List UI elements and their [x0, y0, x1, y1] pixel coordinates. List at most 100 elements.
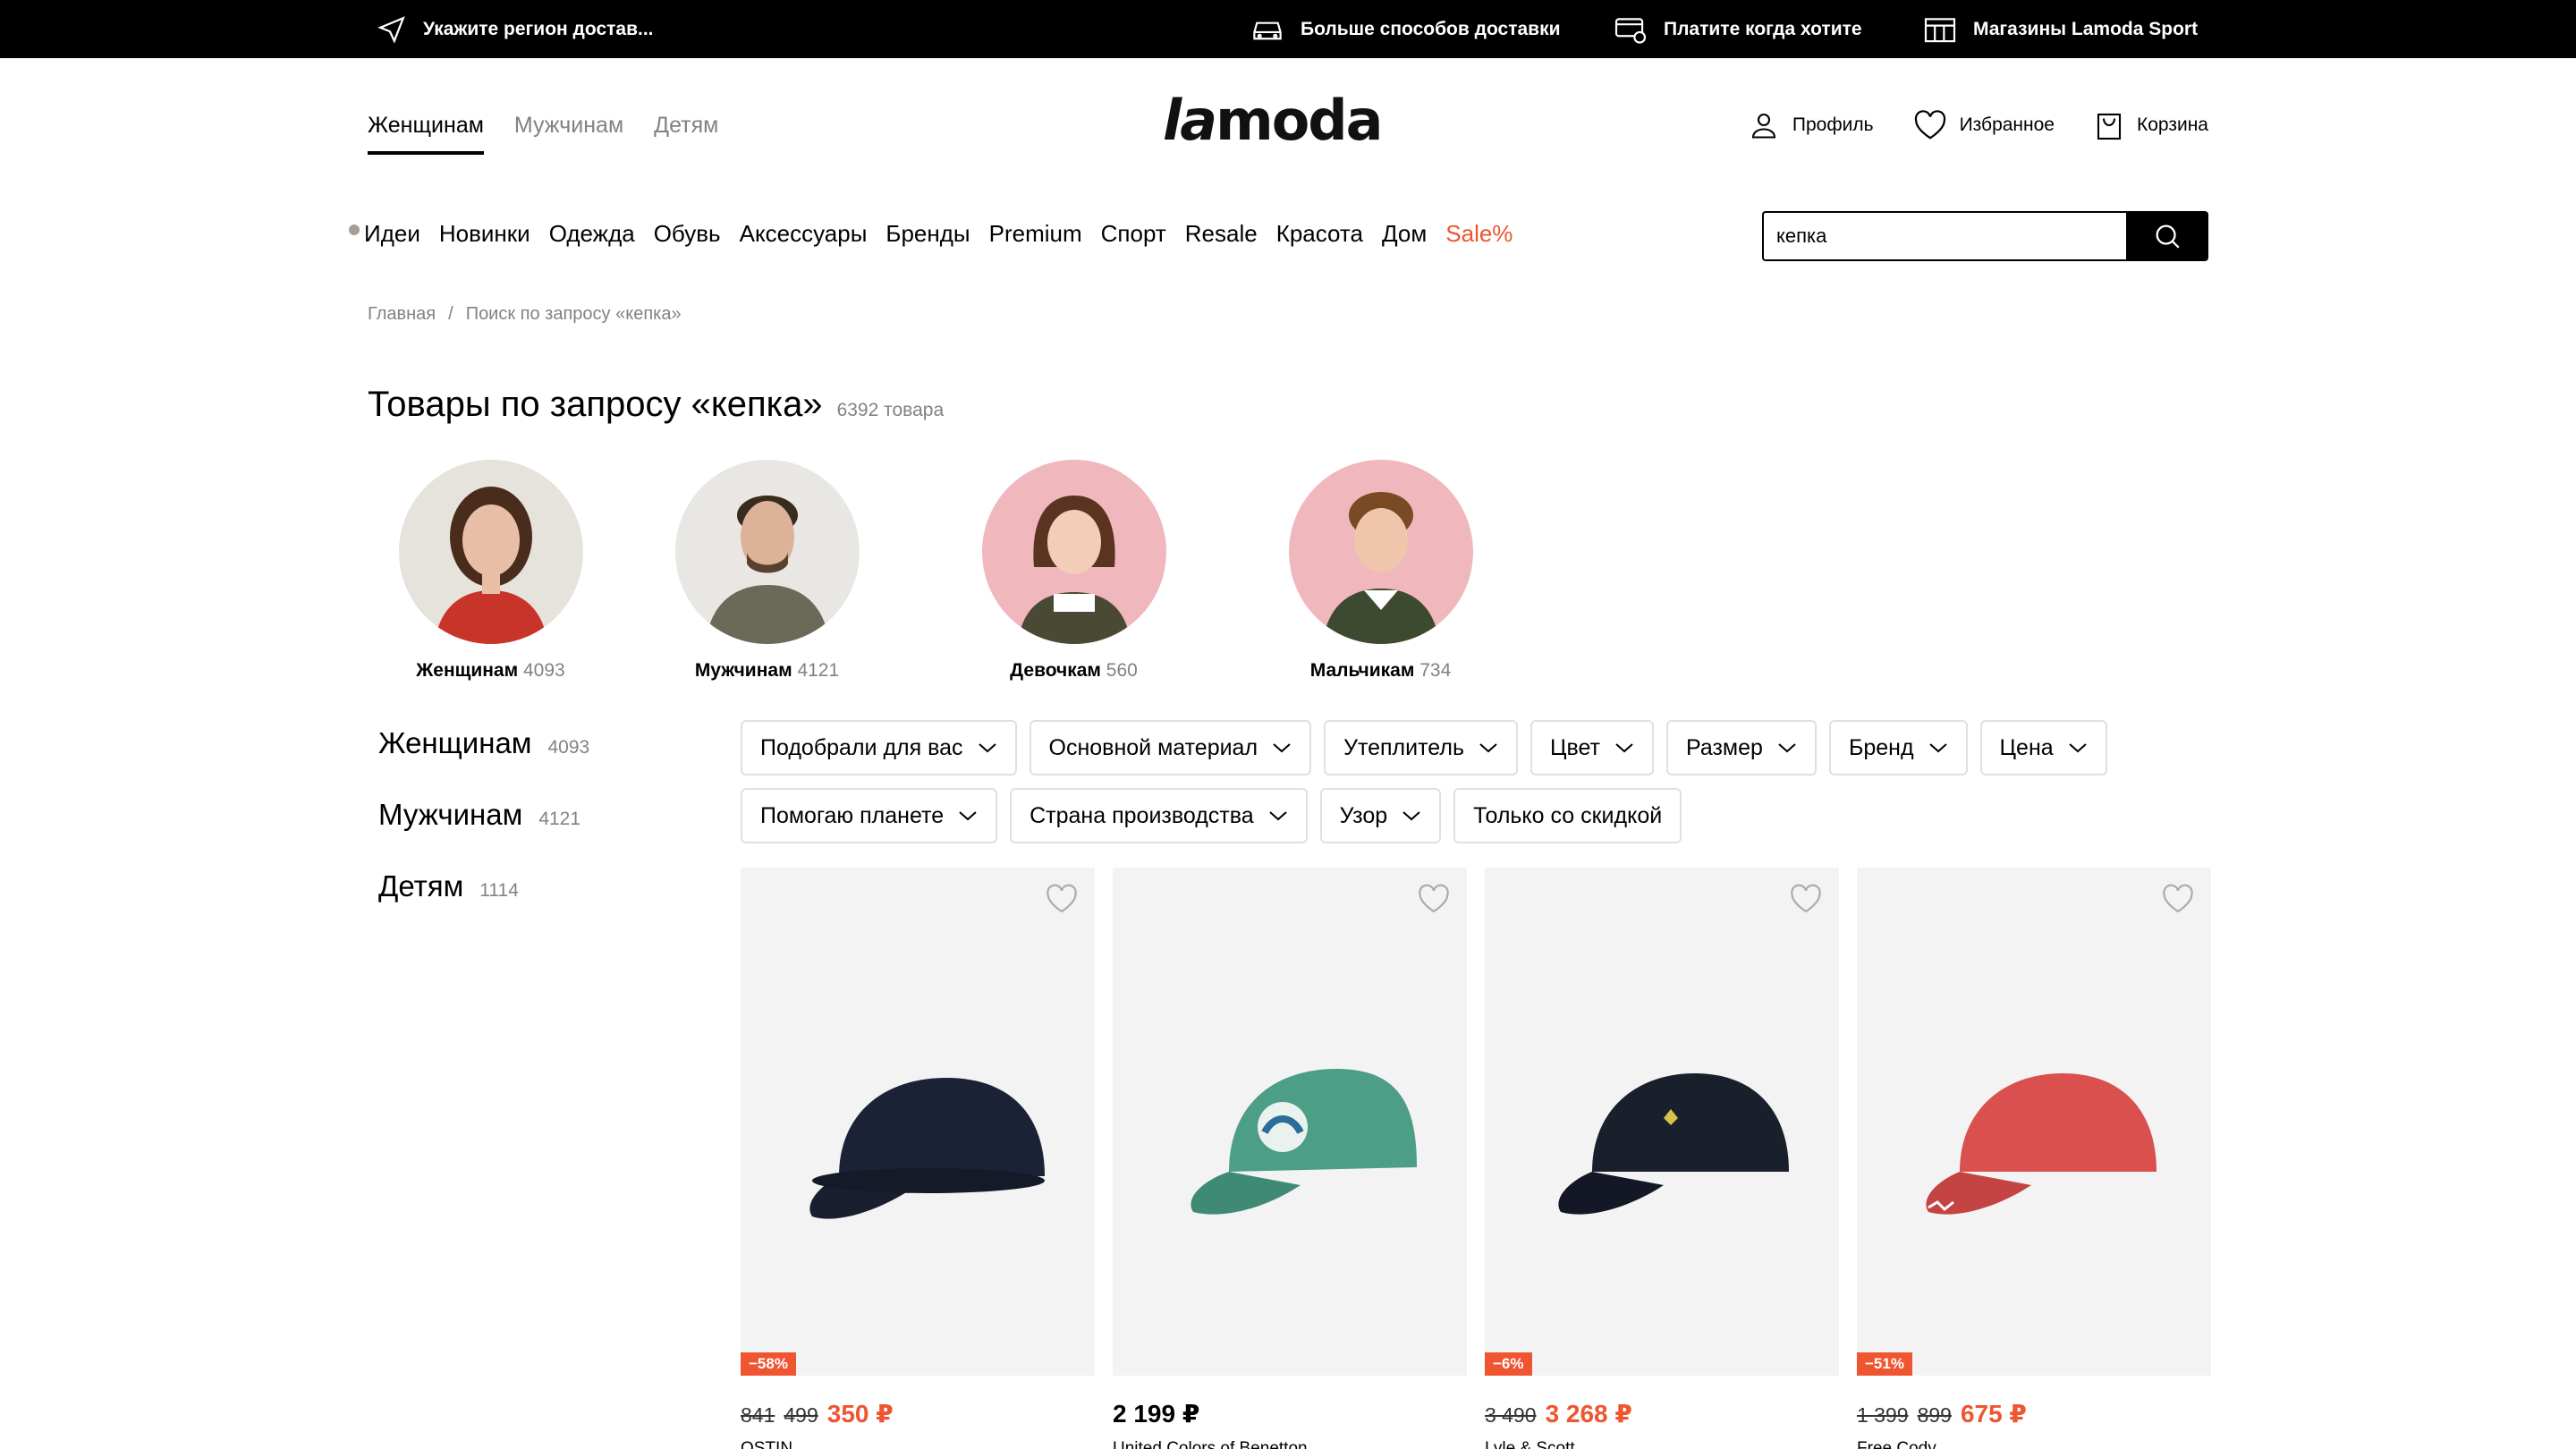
tab-kids[interactable]: Детям [654, 113, 718, 155]
filter-planet[interactable]: Помогаю планете [741, 788, 998, 843]
side-item-kids[interactable]: Детям 1114 [378, 869, 589, 903]
profile-label: Профиль [1792, 114, 1874, 135]
side-item-men[interactable]: Мужчинам 4121 [378, 798, 589, 832]
old-price-2: 899 [1917, 1403, 1952, 1427]
filter-label: Подобрали для вас [760, 734, 963, 760]
cart-button[interactable]: Корзина [2094, 109, 2208, 141]
chevron-down-icon [1928, 743, 1947, 753]
circle-girls[interactable]: Девочкам 560 [920, 460, 1227, 682]
circle-boys-label: Мальчикам [1309, 660, 1415, 681]
car-icon [1253, 21, 1282, 39]
bag-icon [2097, 113, 2122, 140]
filter-label: Бренд [1848, 734, 1914, 760]
side-item-women-label: Женщинам [378, 726, 532, 759]
location-arrow-icon [377, 15, 405, 44]
circle-men[interactable]: Мужчинам 4121 [614, 460, 920, 682]
product-card[interactable]: −58% 841 499 350 ₽ OSTIN [741, 868, 1095, 1449]
user-actions: Профиль Избранное Корзина [1748, 109, 2208, 141]
old-price: 3 490 [1485, 1403, 1537, 1427]
circle-men-label: Мужчинам [694, 660, 792, 681]
filter-material[interactable]: Основной материал [1029, 720, 1312, 775]
sale-price: 3 268 ₽ [1545, 1400, 1632, 1428]
circle-girls-count: 560 [1106, 660, 1138, 681]
price: 3 490 3 268 ₽ [1485, 1399, 1839, 1428]
filter-label: Страна производства [1030, 802, 1254, 828]
filter-discount-only[interactable]: Только со скидкой [1453, 788, 1682, 843]
filter-size[interactable]: Размер [1666, 720, 1817, 775]
nav-shoes[interactable]: Обувь [654, 220, 721, 248]
product-grid: −58% 841 499 350 ₽ OSTIN 2 199 ₽ United … [741, 868, 2211, 1449]
circle-men-count: 4121 [797, 660, 840, 681]
nav-premium[interactable]: Premium [989, 220, 1082, 248]
product-image: −58% [741, 868, 1095, 1376]
circle-women[interactable]: Женщинам 4093 [368, 460, 614, 682]
pay-link[interactable]: Платите когда хотите [1614, 0, 1862, 58]
filter-insulation[interactable]: Утеплитель [1324, 720, 1518, 775]
regular-price: 2 199 ₽ [1113, 1400, 1200, 1428]
nav-resale[interactable]: Resale [1185, 220, 1258, 248]
search-input[interactable] [1762, 211, 2126, 261]
cap-image [1558, 1073, 1789, 1215]
old-price: 841 [741, 1403, 775, 1427]
filter-color[interactable]: Цвет [1530, 720, 1654, 775]
brand-name: OSTIN [741, 1439, 793, 1449]
nav-new[interactable]: Новинки [439, 220, 530, 248]
user-icon [1751, 113, 1775, 139]
girls-photo [981, 460, 1166, 644]
old-price-2: 499 [784, 1403, 818, 1427]
breadcrumb-current: Поиск по запросу «кепка» [465, 304, 682, 324]
chevron-down-icon [1778, 743, 1796, 753]
side-item-women[interactable]: Женщинам 4093 [378, 726, 589, 760]
nav-beauty[interactable]: Красота [1276, 220, 1363, 248]
filter-pattern[interactable]: Узор [1319, 788, 1442, 843]
nav-ideas[interactable]: Идеи [364, 220, 420, 248]
ideas-dot [349, 224, 360, 235]
nav-clothing[interactable]: Одежда [549, 220, 635, 248]
chevron-down-icon [1269, 811, 1287, 821]
filter-recommended[interactable]: Подобрали для вас [741, 720, 1017, 775]
profile-button[interactable]: Профиль [1748, 109, 1874, 141]
chevron-down-icon [1273, 743, 1291, 753]
filter-brand[interactable]: Бренд [1828, 720, 1968, 775]
nav-sale[interactable]: Sale% [1445, 220, 1513, 248]
favorites-button[interactable]: Избранное [1913, 109, 2055, 141]
brand-name: United Colors of Benetton [1113, 1439, 1308, 1449]
stores-label: Магазины Lamoda Sport [1973, 18, 2199, 39]
filter-label: Основной материал [1048, 734, 1258, 760]
lamoda-logo[interactable]: lamoda [1163, 88, 1384, 153]
tab-women[interactable]: Женщинам [368, 113, 484, 155]
search-button[interactable] [2126, 211, 2208, 261]
circle-boys[interactable]: Мальчикам 734 [1227, 460, 1534, 682]
results-count: 6392 товара [836, 400, 945, 420]
nav-brands[interactable]: Бренды [886, 220, 970, 248]
filter-country[interactable]: Страна производства [1010, 788, 1308, 843]
heart-icon [1914, 110, 1945, 140]
product-card[interactable]: −51% 1 399 899 675 ₽ Free Cody [1857, 868, 2211, 1449]
breadcrumb-home[interactable]: Главная [368, 304, 436, 325]
filter-label: Утеплитель [1343, 734, 1464, 760]
search-icon [2156, 225, 2180, 249]
price: 841 499 350 ₽ [741, 1399, 1095, 1428]
tab-men[interactable]: Мужчинам [514, 113, 623, 155]
filter-price[interactable]: Цена [1979, 720, 2107, 775]
nav-sport[interactable]: Спорт [1101, 220, 1166, 248]
chevron-down-icon [959, 811, 977, 821]
discount-badge: −58% [741, 1352, 796, 1376]
price: 1 399 899 675 ₽ [1857, 1399, 2211, 1428]
store-icon [1924, 17, 1956, 42]
discount-badge: −6% [1485, 1352, 1532, 1376]
filter-label: Размер [1686, 734, 1763, 760]
brand-name: Free Cody [1857, 1439, 1936, 1449]
side-item-men-count: 4121 [538, 809, 581, 829]
product-card[interactable]: −6% 3 490 3 268 ₽ Lyle & Scott [1485, 868, 1839, 1449]
region-selector[interactable]: Укажите регион достав... [377, 0, 654, 58]
filter-label: Цена [1999, 734, 2054, 760]
chevron-down-icon [2068, 743, 2087, 753]
side-item-kids-count: 1114 [479, 880, 519, 901]
product-card[interactable]: 2 199 ₽ United Colors of Benetton [1113, 868, 1467, 1449]
nav-accessories[interactable]: Аксессуары [740, 220, 868, 248]
nav-home[interactable]: Дом [1382, 220, 1427, 248]
product-image: −6% [1485, 868, 1839, 1376]
stores-link[interactable]: Магазины Lamoda Sport [1923, 0, 2198, 58]
delivery-link[interactable]: Больше способов доставки [1250, 0, 1560, 58]
